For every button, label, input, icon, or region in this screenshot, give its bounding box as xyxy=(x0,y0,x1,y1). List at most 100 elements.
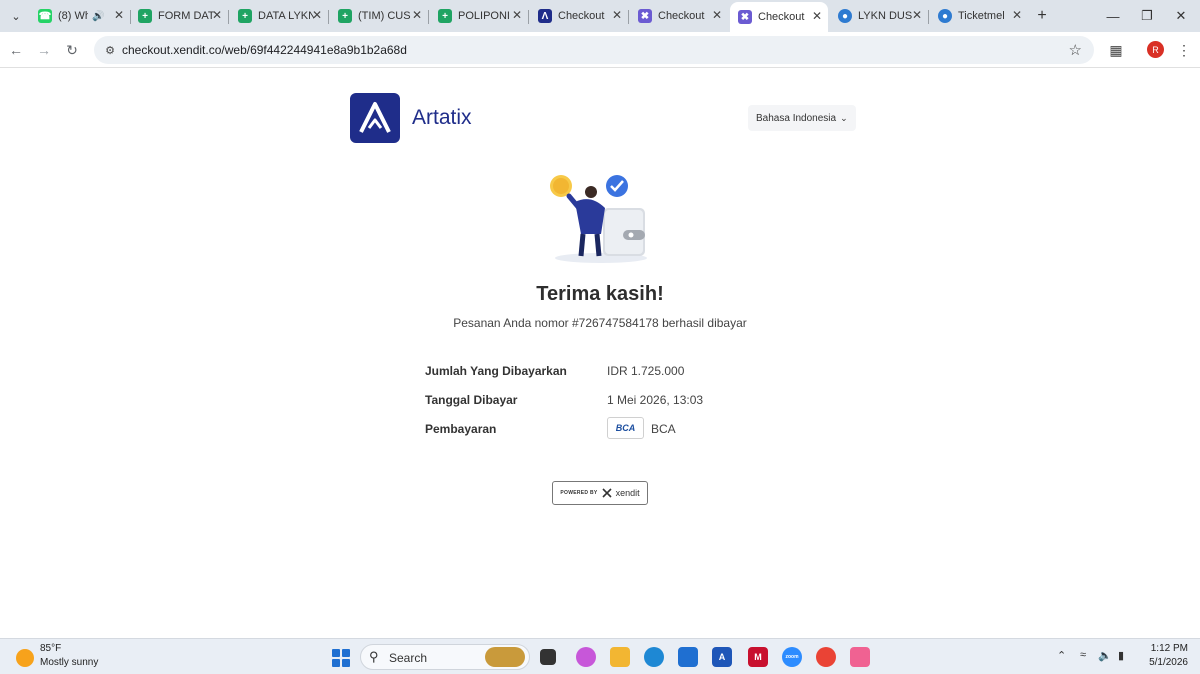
task-view-icon[interactable] xyxy=(540,649,556,665)
payment-bank-name: BCA xyxy=(651,422,676,436)
close-icon[interactable]: ✕ xyxy=(312,8,322,22)
tab-tim-cus[interactable]: + (TIM) CUS ✕ xyxy=(330,4,428,28)
tab-poliponi[interactable]: + POLIPONI ✕ xyxy=(430,4,528,28)
bca-logo: BCA xyxy=(607,417,644,439)
tab-label: (8) Wh xyxy=(58,10,88,22)
search-icon: ⚲ xyxy=(369,649,379,664)
speaker-icon[interactable]: 🔊 xyxy=(92,11,104,22)
close-icon[interactable]: ✕ xyxy=(1012,8,1022,22)
tab-lykn-dus[interactable]: ● LYKN DUS ✕ xyxy=(830,4,928,28)
close-icon[interactable]: ✕ xyxy=(114,8,124,22)
xendit-logo-icon xyxy=(601,488,612,498)
amount-label: Jumlah Yang Dibayarkan xyxy=(425,364,567,378)
payment-method-label: Pembayaran xyxy=(425,422,497,436)
tab-checkout-artatix[interactable]: Λ Checkout ✕ xyxy=(530,4,628,28)
new-tab-button[interactable]: + xyxy=(1032,4,1052,28)
close-icon[interactable]: ✕ xyxy=(712,8,722,22)
forward-button[interactable]: → xyxy=(34,40,54,60)
profile-avatar[interactable]: R xyxy=(1147,41,1164,58)
tab-strip: ⌄ ☎ (8) Wh 🔊 ✕ + FORM DAT ✕ + DATA LYKN … xyxy=(0,0,1200,32)
zoom-icon[interactable]: zoom xyxy=(782,647,802,667)
browser-toolbar: ← → ↻ ⚙ checkout.xendit.co/web/69f442244… xyxy=(0,32,1200,68)
weather-description[interactable]: Mostly sunny xyxy=(40,657,98,668)
close-icon[interactable]: ✕ xyxy=(512,8,522,22)
file-explorer-icon[interactable] xyxy=(610,647,630,667)
chevron-up-icon[interactable]: ⌃ xyxy=(1057,649,1066,662)
tab-checkout-active[interactable]: ✖ Checkout ✕ xyxy=(730,2,828,32)
brand-name: Artatix xyxy=(412,106,472,129)
store-icon[interactable] xyxy=(678,647,698,667)
artatix-logo-icon xyxy=(359,102,391,133)
windows-start-icon[interactable] xyxy=(332,649,350,667)
paid-date-value: 1 Mei 2026, 13:03 xyxy=(607,393,704,407)
restore-button[interactable]: ❐ xyxy=(1132,4,1162,28)
url-text[interactable]: checkout.xendit.co/web/69f442244941e8a9b… xyxy=(122,43,407,57)
close-icon[interactable]: ✕ xyxy=(412,8,422,22)
sheets-icon: + xyxy=(238,9,252,23)
xendit-label: xendit xyxy=(615,488,640,498)
windows-taskbar: 85°F Mostly sunny ⚲ Search A M zoom ⌃ ≈ … xyxy=(0,638,1200,674)
thank-you-heading: Terima kasih! xyxy=(536,283,664,305)
close-icon[interactable]: ✕ xyxy=(912,8,922,22)
search-highlight-icon xyxy=(485,647,525,667)
artatix-icon: Λ xyxy=(538,9,552,23)
artatix-logo xyxy=(350,93,400,143)
tab-label: Ticketmel xyxy=(958,10,1005,22)
tab-search-chevron-icon[interactable]: ⌄ xyxy=(6,6,26,26)
reload-button[interactable]: ↻ xyxy=(62,40,82,60)
site-settings-icon[interactable]: ⚙ xyxy=(102,42,118,58)
back-button[interactable]: ← xyxy=(6,40,26,60)
mcafee-icon[interactable]: M xyxy=(748,647,768,667)
xendit-icon: ✖ xyxy=(638,9,652,23)
powered-by-xendit-badge[interactable]: POWERED BY xendit xyxy=(552,481,648,505)
app-icon[interactable]: A xyxy=(712,647,732,667)
copilot-icon[interactable] xyxy=(576,647,596,667)
bca-logo-text: BCA xyxy=(615,423,636,433)
globe-icon: ● xyxy=(838,9,852,23)
weather-temperature[interactable]: 85°F xyxy=(40,643,61,654)
tab-label: FORM DAT xyxy=(158,10,214,22)
search-label: Search xyxy=(389,651,428,665)
language-selector[interactable]: Bahasa Indonesia ⌄ xyxy=(748,105,856,131)
tab-label: Checkout xyxy=(758,11,805,23)
sun-icon[interactable] xyxy=(16,649,34,667)
tab-checkout-xendit[interactable]: ✖ Checkout ✕ xyxy=(630,4,728,28)
xendit-icon: ✖ xyxy=(738,10,752,24)
powered-by-label: POWERED BY xyxy=(560,490,598,496)
tab-form-dat[interactable]: + FORM DAT ✕ xyxy=(130,4,228,28)
taskbar-search[interactable]: ⚲ Search xyxy=(360,644,530,670)
clock-date[interactable]: 5/1/2026 xyxy=(1144,657,1188,668)
menu-kebab-icon[interactable]: ⋮ xyxy=(1176,40,1192,60)
edge-icon[interactable] xyxy=(644,647,664,667)
tab-separator xyxy=(528,10,529,24)
volume-icon[interactable]: 🔈 xyxy=(1098,649,1112,662)
wifi-icon[interactable]: ≈ xyxy=(1080,649,1086,661)
extensions-icon[interactable]: ▦ xyxy=(1106,40,1126,60)
tab-label: Checkout xyxy=(658,10,705,22)
bookmark-star-icon[interactable]: ☆ xyxy=(1069,41,1082,59)
snipping-tool-icon[interactable] xyxy=(850,647,870,667)
close-window-button[interactable]: ✕ xyxy=(1166,4,1196,28)
tab-label: DATA LYKN xyxy=(258,10,314,22)
tab-ticketmel[interactable]: ● Ticketmel ✕ xyxy=(930,4,1028,28)
address-bar[interactable]: ⚙ checkout.xendit.co/web/69f442244941e8a… xyxy=(94,36,1094,64)
tab-label: Checkout xyxy=(558,10,605,22)
tab-label: LYKN DUS xyxy=(858,10,913,22)
amount-value: IDR 1.725.000 xyxy=(607,364,685,378)
minimize-button[interactable]: — xyxy=(1098,4,1128,28)
tab-data-lykn[interactable]: + DATA LYKN ✕ xyxy=(230,4,328,28)
payment-success-illustration xyxy=(550,175,647,263)
tab-separator xyxy=(328,10,329,24)
close-icon[interactable]: ✕ xyxy=(812,9,822,23)
close-icon[interactable]: ✕ xyxy=(612,8,622,22)
tab-whatsapp[interactable]: ☎ (8) Wh 🔊 ✕ xyxy=(30,4,130,28)
clock-time[interactable]: 1:12 PM xyxy=(1148,643,1188,654)
tab-separator xyxy=(228,10,229,24)
chrome-icon[interactable] xyxy=(816,647,836,667)
sheets-icon: + xyxy=(138,9,152,23)
language-label: Bahasa Indonesia xyxy=(756,112,837,124)
battery-icon[interactable]: ▮ xyxy=(1118,649,1124,662)
sheets-icon: + xyxy=(438,9,452,23)
close-icon[interactable]: ✕ xyxy=(212,8,222,22)
whatsapp-icon: ☎ xyxy=(38,9,52,23)
